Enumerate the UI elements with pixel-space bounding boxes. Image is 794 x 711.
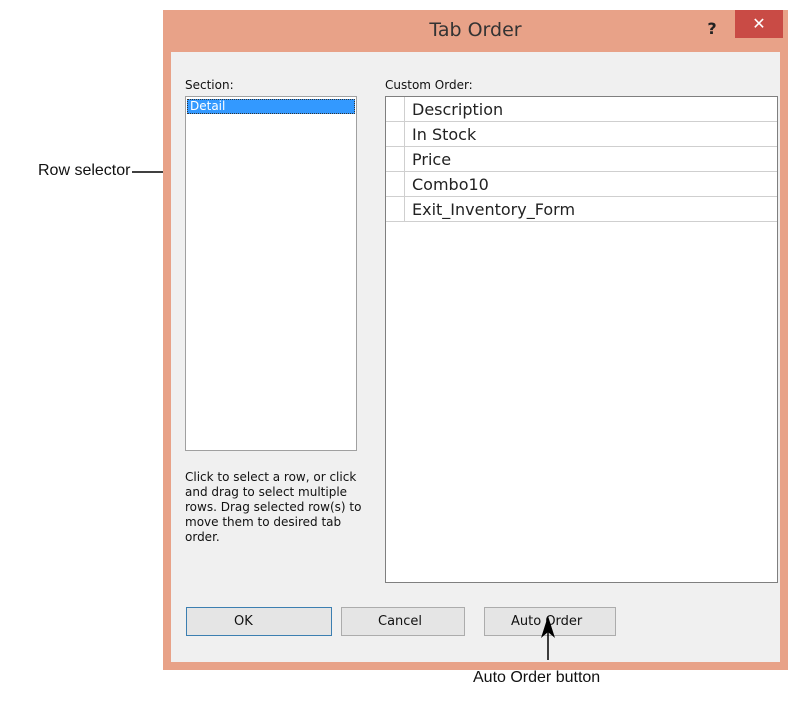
custom-order-label: Custom Order: <box>385 78 473 92</box>
section-item-detail[interactable]: Detail <box>187 99 355 114</box>
row-selector[interactable] <box>386 122 405 146</box>
row-selector[interactable] <box>386 147 405 171</box>
tab-order-dialog: Tab Order ? ✕ Section: Detail Click to s… <box>163 10 788 670</box>
close-button[interactable]: ✕ <box>735 10 783 38</box>
title-bar: Tab Order ? ✕ <box>163 10 788 52</box>
row-selector[interactable] <box>386 197 405 221</box>
order-row[interactable]: In Stock <box>386 122 777 147</box>
custom-order-grid[interactable]: Description In Stock Price Combo10 Exit_… <box>385 96 778 583</box>
row-selector[interactable] <box>386 172 405 196</box>
ok-button[interactable]: OK <box>186 607 332 636</box>
section-label: Section: <box>185 78 234 92</box>
cancel-button[interactable]: Cancel <box>341 607 465 636</box>
order-row-label: Combo10 <box>412 175 489 194</box>
order-row[interactable]: Price <box>386 147 777 172</box>
auto-order-callout: Auto Order button <box>473 669 601 686</box>
order-row-label: Price <box>412 150 452 169</box>
dialog-title: Tab Order <box>429 19 522 41</box>
row-selector[interactable] <box>386 97 405 121</box>
order-row-label: Exit_Inventory_Form <box>412 200 576 219</box>
order-row[interactable]: Description <box>386 97 777 122</box>
order-row[interactable]: Combo10 <box>386 172 777 197</box>
row-selector-callout: Row selector <box>38 162 131 179</box>
section-list[interactable]: Detail <box>185 96 357 451</box>
help-text: Click to select a row, or click and drag… <box>185 470 362 544</box>
order-row[interactable]: Exit_Inventory_Form <box>386 197 777 222</box>
order-row-label: Description <box>412 100 504 119</box>
dialog-client-area: Section: Detail Click to select a row, o… <box>171 52 780 662</box>
help-button[interactable]: ? <box>701 16 723 42</box>
order-row-label: In Stock <box>412 125 477 144</box>
auto-order-arrow <box>541 616 555 660</box>
